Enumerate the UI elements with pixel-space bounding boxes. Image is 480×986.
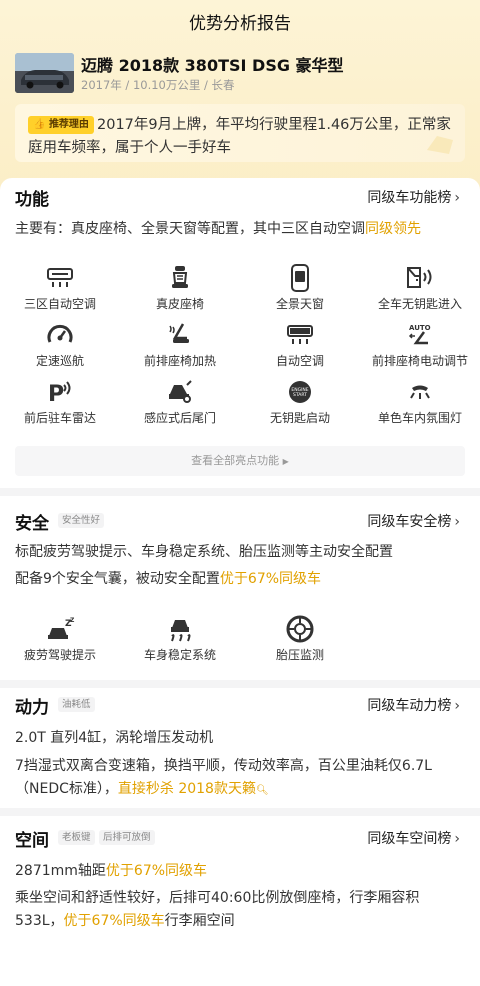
feature-item[interactable]: Z Z 疲劳驾驶提示 [0,614,120,663]
feature-label: 真皮座椅 [155,297,204,311]
safety-title: 安全 [15,514,49,534]
feature-item[interactable]: 前排座椅加热 [120,320,240,369]
svg-text:START: START [293,392,307,398]
power-line-2: 7挡湿式双离合变速箱，换挡平顺，传动效率高，百公里油耗仅6.7L（NEDC标准）… [15,758,432,797]
feature-label: 无钥匙启动 [269,411,330,425]
power-tag: 油耗低 [58,697,95,712]
svg-text:AUTO: AUTO [409,324,431,332]
feature-item[interactable]: 全景天窗 [240,263,360,312]
feature-label: 自动空调 [275,354,324,368]
power-seat-icon: AUTO [360,320,480,350]
power-ranking-link[interactable]: 同级车动力榜 › [367,695,460,715]
thumbs-up-icon: 👍 [33,119,46,130]
chevron-right-icon: › [454,514,460,530]
function-summary: 主要有：真皮座椅、全景天窗等配置，其中三区自动空调同级领先 [15,221,421,237]
safety-tag: 安全性好 [58,513,105,528]
car-meta: 2017年 / 10.10万公里 / 长春 [81,78,235,92]
ambient-light-icon [360,377,480,407]
power-tailgate-icon [120,377,240,407]
leather-seat-icon [120,263,240,293]
view-all-features-button[interactable]: 查看全部亮点功能 ▶ [15,446,465,476]
space-title: 空间 [15,831,49,851]
feature-item[interactable]: 自动空调 [240,320,360,369]
chevron-right-icon: › [454,698,460,714]
search-icon[interactable]: 🔍︎ [256,785,269,796]
feature-item[interactable]: 三区自动空调 [0,263,120,312]
feature-item[interactable]: 车身稳定系统 [120,614,240,663]
feature-item[interactable]: 感应式后尾门 [120,377,240,426]
space-line-2: 乘坐空间和舒适性较好，后排可40:60比例放倒座椅，行李厢容积533L，优于67… [15,890,420,929]
feature-item[interactable]: ENGINE START 无钥匙启动 [240,377,360,426]
feature-item[interactable]: 定速巡航 [0,320,120,369]
feature-label: 胎压监测 [275,648,324,662]
page-title: 优势分析报告 [189,14,291,34]
auto-ac-icon [240,320,360,350]
seat-heating-icon [120,320,240,350]
svg-text:P: P [48,382,64,405]
space-tag-fold-seats: 后排可放倒 [99,830,155,845]
section-divider [0,808,480,816]
chevron-right-icon: › [454,831,460,847]
feature-label: 前后驻车雷达 [23,411,96,425]
feature-item[interactable]: 单色车内氛围灯 [360,377,480,426]
space-line-1: 2871mm轴距优于67%同级车 [15,863,208,879]
feature-label: 前排座椅加热 [143,354,216,368]
feature-label: 单色车内氛围灯 [377,411,462,425]
decorative-badge-icon [427,136,453,154]
car-thumbnail[interactable] [15,53,74,93]
cruise-control-icon [0,320,120,350]
chevron-right-icon: › [454,190,460,206]
safety-ranking-link[interactable]: 同级车安全榜 › [367,511,460,531]
feature-label: 定速巡航 [35,354,84,368]
safety-line-1: 标配疲劳驾驶提示、车身稳定系统、胎压监测等主动安全配置 [15,544,393,560]
power-line-1: 2.0T 直列4缸，涡轮增压发动机 [15,730,214,746]
feature-label: 车身稳定系统 [143,648,216,662]
fatigue-warning-icon: ZZ [0,614,120,644]
keyless-start-icon: ENGINE START [240,377,360,407]
function-title: 功能 [15,190,49,210]
space-ranking-link[interactable]: 同级车空间榜 › [367,828,460,848]
parking-radar-icon: P [0,377,120,407]
function-ranking-link[interactable]: 同级车功能榜 › [367,187,460,207]
safety-line-2: 配备9个安全气囊，被动安全配置优于67%同级车 [15,571,322,587]
feature-label: 感应式后尾门 [143,411,216,425]
feature-item[interactable]: 全车无钥匙进入 [360,263,480,312]
feature-item[interactable]: 胎压监测 [240,614,360,663]
power-title: 动力 [15,698,49,718]
feature-item[interactable]: 真皮座椅 [120,263,240,312]
car-name: 迈腾 2018款 380TSI DSG 豪华型 [81,56,344,75]
tire-pressure-icon [240,614,360,644]
panoramic-sunroof-icon [240,263,360,293]
feature-item[interactable]: P 前后驻车雷达 [0,377,120,426]
feature-label: 全车无钥匙进入 [377,297,462,311]
triangle-right-icon: ▶ [282,457,289,466]
feature-label: 三区自动空调 [23,297,96,311]
svg-text:Z: Z [70,617,75,624]
recommend-card: 2017年9月上牌，年平均行驶里程1.46万公里，正常家庭用车频率，属于个人一手… [15,104,465,162]
section-divider [0,680,480,688]
section-divider [0,488,480,496]
feature-item[interactable]: AUTO 前排座椅电动调节 [360,320,480,369]
space-tag-boss-key: 老板键 [58,830,95,845]
keyless-entry-icon [360,263,480,293]
climate-control-icon [0,263,120,293]
recommend-badge: 👍 推荐理由 [28,116,94,134]
stability-control-icon [120,614,240,644]
feature-label: 前排座椅电动调节 [371,354,468,368]
feature-label: 全景天窗 [275,297,324,311]
feature-label: 疲劳驾驶提示 [23,648,96,662]
